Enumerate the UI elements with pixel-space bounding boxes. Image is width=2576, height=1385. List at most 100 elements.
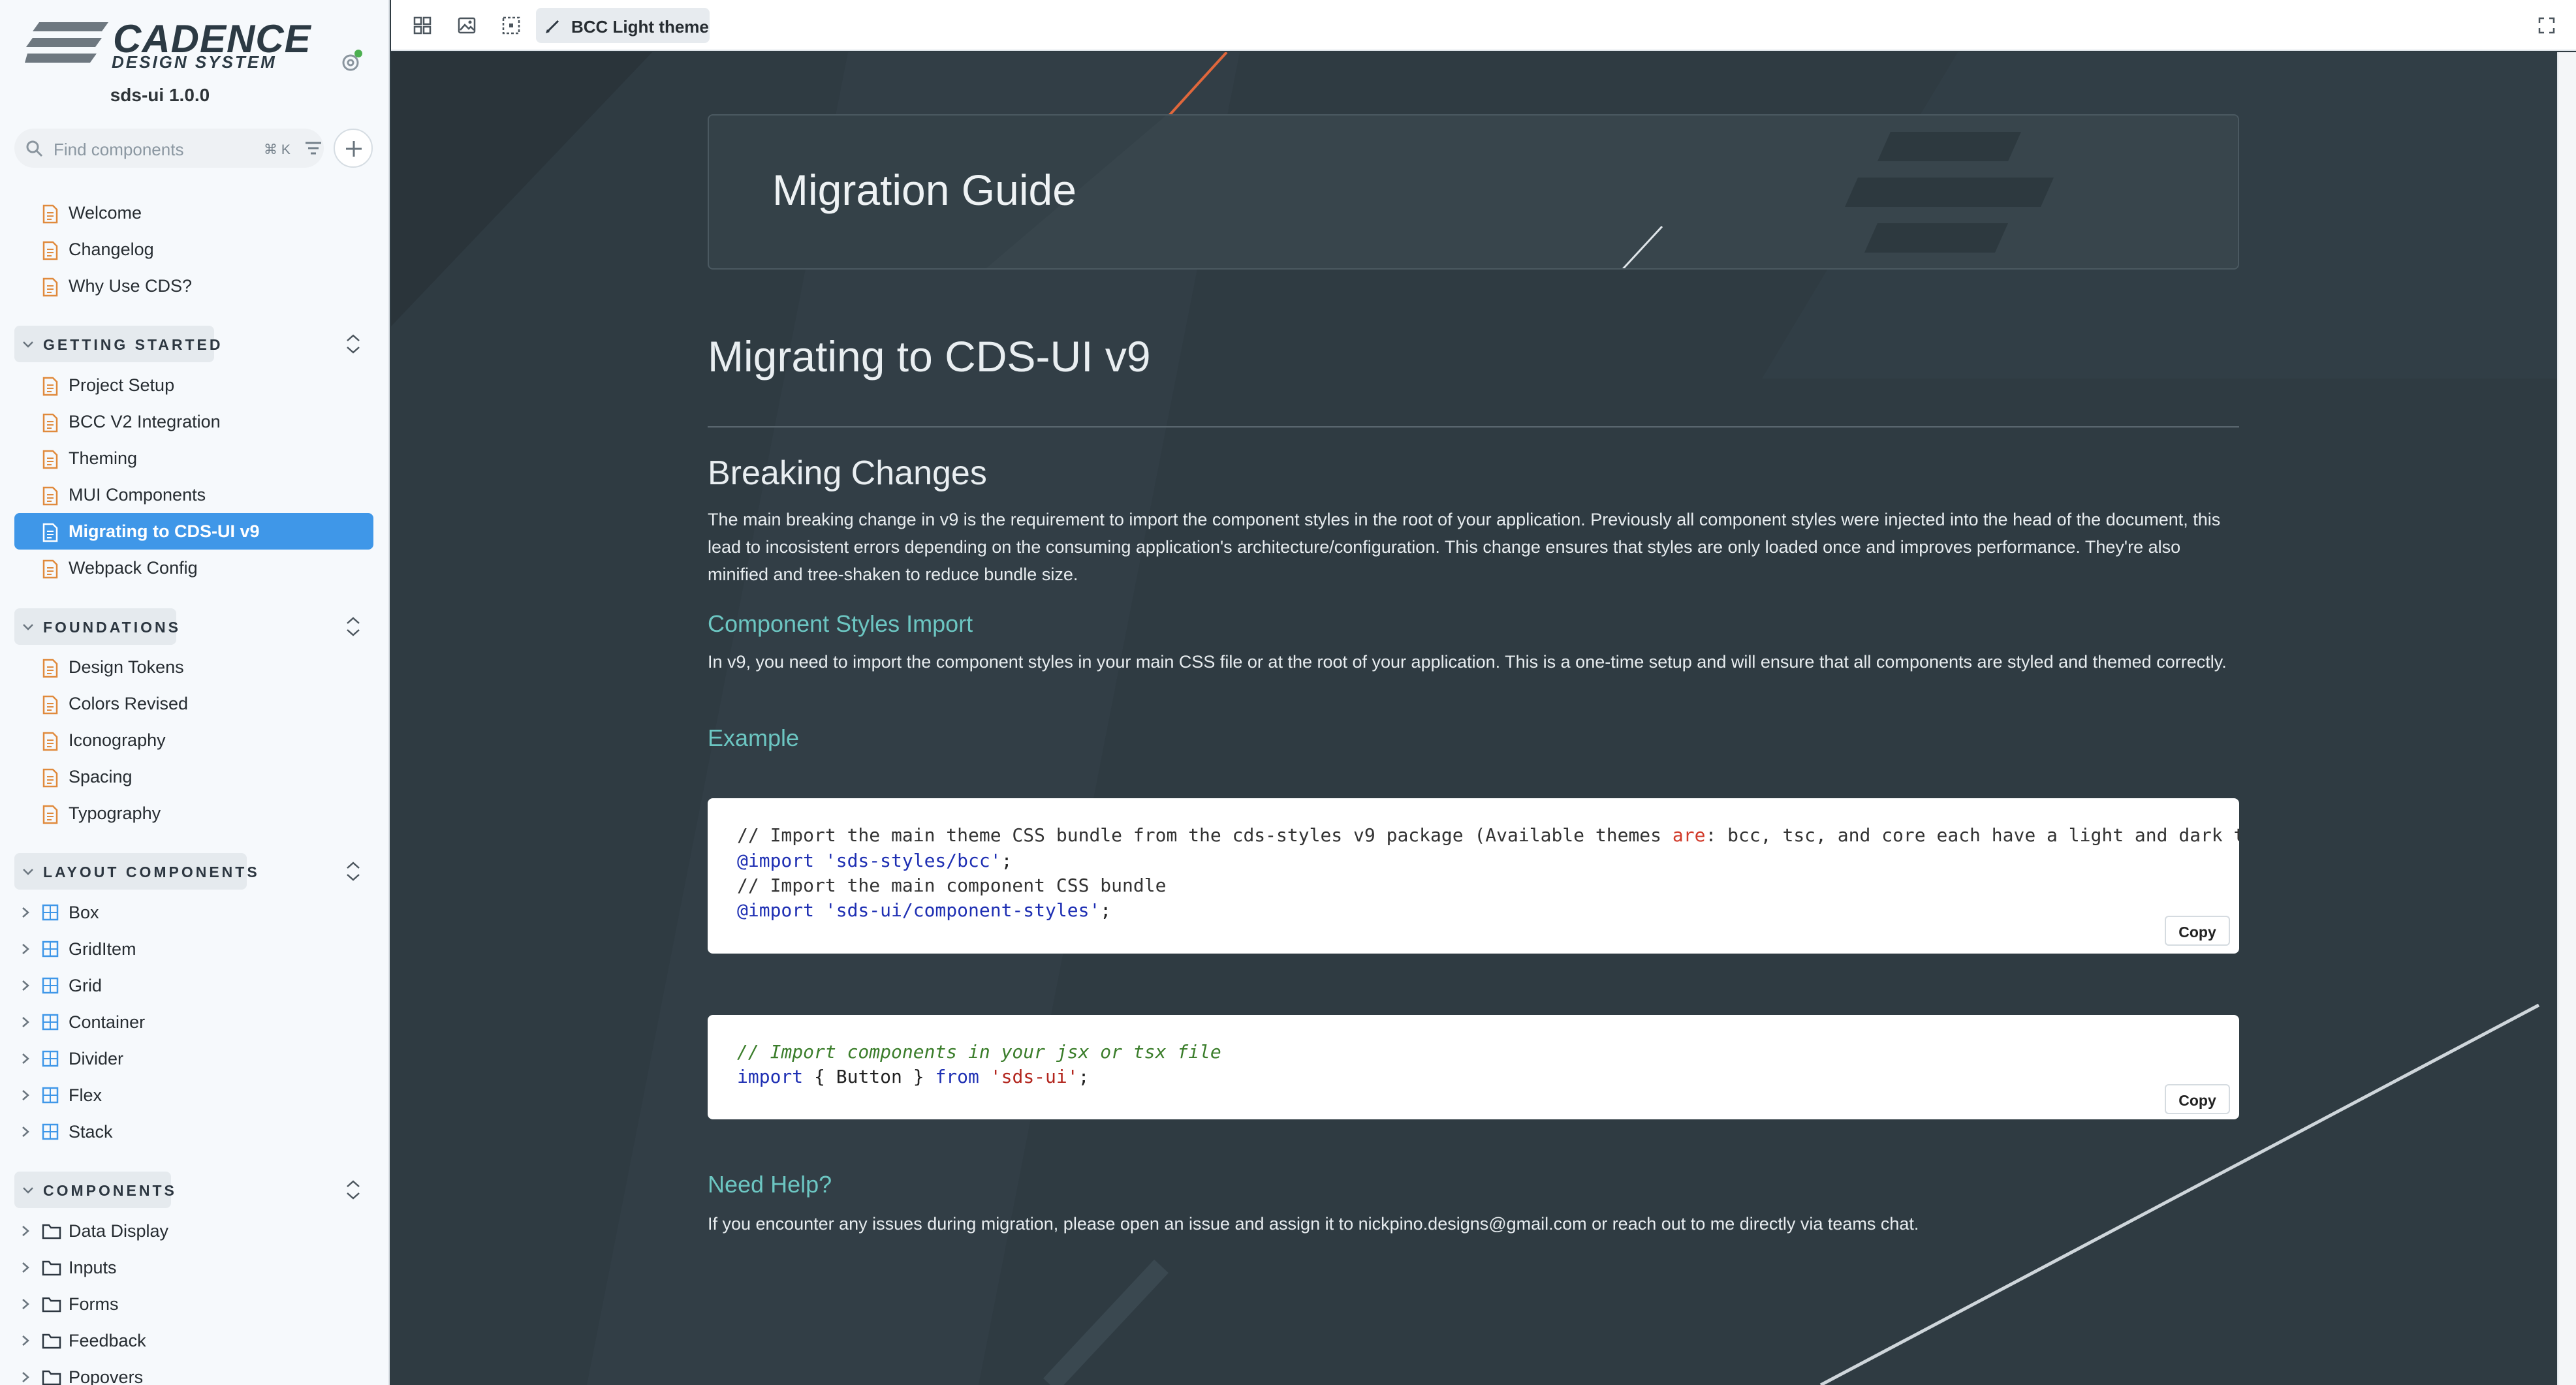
chevron-right-icon[interactable] <box>21 943 30 958</box>
section-header-foundations[interactable]: FOUNDATIONS <box>14 608 178 645</box>
sidebar-item-label: Container <box>69 1012 146 1032</box>
sidebar-item-iconography[interactable]: Iconography <box>14 722 373 758</box>
collapse-expand-icon[interactable] <box>345 333 362 355</box>
plus-icon <box>346 141 362 157</box>
chevron-right-icon[interactable] <box>21 1053 30 1068</box>
chevron-right-icon[interactable] <box>21 1089 30 1104</box>
sidebar-item-design-tokens[interactable]: Design Tokens <box>14 649 373 685</box>
copy-button[interactable]: Copy <box>2165 1084 2230 1114</box>
copy-button[interactable]: Copy <box>2165 916 2230 946</box>
collapse-expand-icon[interactable] <box>345 615 362 638</box>
component-grid-icon <box>42 1014 59 1034</box>
docs-content[interactable]: Migration Guide Migrating to CDS-UI v9 B… <box>391 52 2557 1385</box>
filter-icon[interactable] <box>303 138 324 159</box>
sidebar-item-theming[interactable]: Theming <box>14 440 373 476</box>
sidebar-item-spacing[interactable]: Spacing <box>14 758 373 795</box>
section-header-components[interactable]: COMPONENTS <box>14 1172 174 1208</box>
sidebar-item-griditem[interactable]: GridItem <box>14 931 373 967</box>
section-header-layout-components[interactable]: LAYOUT COMPONENTS <box>14 853 257 890</box>
sidebar-item-typography[interactable]: Typography <box>14 795 373 832</box>
code-comment: // Import components in your jsx or tsx … <box>737 1041 1221 1063</box>
sidebar-item-label: Project Setup <box>69 375 175 395</box>
background-button[interactable] <box>453 12 480 39</box>
sidebar-item-stack[interactable]: Stack <box>14 1113 373 1150</box>
chevron-right-icon[interactable] <box>21 1371 30 1385</box>
sidebar-item-flex[interactable]: Flex <box>14 1077 373 1113</box>
chevron-right-icon[interactable] <box>21 1335 30 1350</box>
chevron-right-icon[interactable] <box>21 980 30 995</box>
fullscreen-button[interactable] <box>2533 12 2560 39</box>
page-title: Migrating to CDS-UI v9 <box>708 332 1151 381</box>
sidebar-item-feedback[interactable]: Feedback <box>14 1322 373 1359</box>
chevron-right-icon[interactable] <box>21 1126 30 1141</box>
code-import: @import 'sds-styles/bcc' <box>737 850 1001 871</box>
chevron-right-icon[interactable] <box>21 1262 30 1277</box>
chevron-right-icon[interactable] <box>21 1225 30 1240</box>
search-shortcut: ⌘ K <box>264 142 291 157</box>
grid-view-button[interactable] <box>409 12 436 39</box>
document-icon <box>42 695 59 718</box>
search-box[interactable]: Find components ⌘ K <box>14 129 324 168</box>
sidebar-item-project-setup[interactable]: Project Setup <box>14 367 373 403</box>
sidebar-item-forms[interactable]: Forms <box>14 1286 373 1322</box>
need-help-text: If you encounter any issues during migra… <box>708 1214 1919 1234</box>
sidebar-item-container[interactable]: Container <box>14 1004 373 1040</box>
code-block-styles[interactable]: // Import the main theme CSS bundle from… <box>708 798 2239 954</box>
add-button[interactable] <box>334 129 373 168</box>
sidebar-item-why-use-cds[interactable]: Why Use CDS? <box>14 268 373 304</box>
sidebar-item-webpack-config[interactable]: Webpack Config <box>14 550 373 586</box>
copy-label: Copy <box>2178 1092 2216 1109</box>
document-icon <box>42 732 59 755</box>
sidebar-item-label: Spacing <box>69 767 133 786</box>
document-icon <box>42 486 59 509</box>
breaking-changes-heading: Breaking Changes <box>708 454 987 492</box>
sidebar-item-label: Feedback <box>69 1331 146 1350</box>
sidebar-item-mui-components[interactable]: MUI Components <box>14 476 373 513</box>
scrollbar[interactable] <box>2557 52 2576 1385</box>
sidebar-item-label: Data Display <box>69 1221 169 1241</box>
sidebar-item-label: Design Tokens <box>69 657 184 677</box>
code-line: // Import components in your jsx or tsx … <box>737 1041 1221 1063</box>
caret-down-icon <box>22 623 34 635</box>
brand-logo[interactable]: CADENCE DESIGN SYSTEM <box>25 18 311 72</box>
theme-switcher-button[interactable]: BCC Light theme <box>536 8 710 43</box>
theme-label: BCC Light theme <box>571 17 709 37</box>
sidebar-item-bcc-v2-integration[interactable]: BCC V2 Integration <box>14 403 373 440</box>
sidebar-item-migrating-to-cds-ui-v9[interactable]: Migrating to CDS-UI v9 <box>14 513 373 550</box>
cadence-logo-icon <box>25 22 108 63</box>
sidebar-item-label: Forms <box>69 1294 119 1314</box>
document-icon <box>42 277 59 300</box>
sidebar-item-colors-revised[interactable]: Colors Revised <box>14 685 373 722</box>
document-icon <box>42 204 59 227</box>
sidebar-item-label: Divider <box>69 1049 124 1068</box>
collapse-expand-icon[interactable] <box>345 1179 362 1201</box>
sidebar-item-divider[interactable]: Divider <box>14 1040 373 1077</box>
search-input[interactable]: Find components <box>54 140 183 160</box>
section-label: LAYOUT COMPONENTS <box>43 864 260 880</box>
sidebar-item-data-display[interactable]: Data Display <box>14 1213 373 1249</box>
toolbar: BCC Light theme <box>391 0 2576 51</box>
sidebar-item-inputs[interactable]: Inputs <box>14 1249 373 1286</box>
component-grid-icon <box>42 1087 59 1107</box>
folder-icon <box>42 1296 61 1316</box>
collapse-expand-icon[interactable] <box>345 860 362 882</box>
sidebar-item-label: Popovers <box>69 1367 144 1385</box>
settings-status-icon[interactable] <box>340 50 364 73</box>
paintbrush-icon <box>546 20 559 33</box>
chevron-right-icon[interactable] <box>21 1016 30 1031</box>
code-block-usage[interactable]: // Import components in your jsx or tsx … <box>708 1015 2239 1119</box>
sidebar-item-changelog[interactable]: Changelog <box>14 231 373 268</box>
folder-icon <box>42 1332 61 1352</box>
chevron-right-icon[interactable] <box>21 907 30 922</box>
version-label: sds-ui 1.0.0 <box>110 85 210 105</box>
sidebar-item-welcome[interactable]: Welcome <box>14 195 373 231</box>
sidebar-item-grid[interactable]: Grid <box>14 967 373 1004</box>
sidebar: CADENCE DESIGN SYSTEM sds-ui 1.0.0 Find … <box>0 0 390 1385</box>
chevron-right-icon[interactable] <box>21 1298 30 1313</box>
outline-button[interactable] <box>497 12 525 39</box>
title-divider <box>708 426 2239 428</box>
section-header-getting-started[interactable]: GETTING STARTED <box>14 326 221 362</box>
sidebar-item-box[interactable]: Box <box>14 894 373 931</box>
sidebar-item-popovers[interactable]: Popovers <box>14 1359 373 1385</box>
document-icon <box>42 450 59 473</box>
